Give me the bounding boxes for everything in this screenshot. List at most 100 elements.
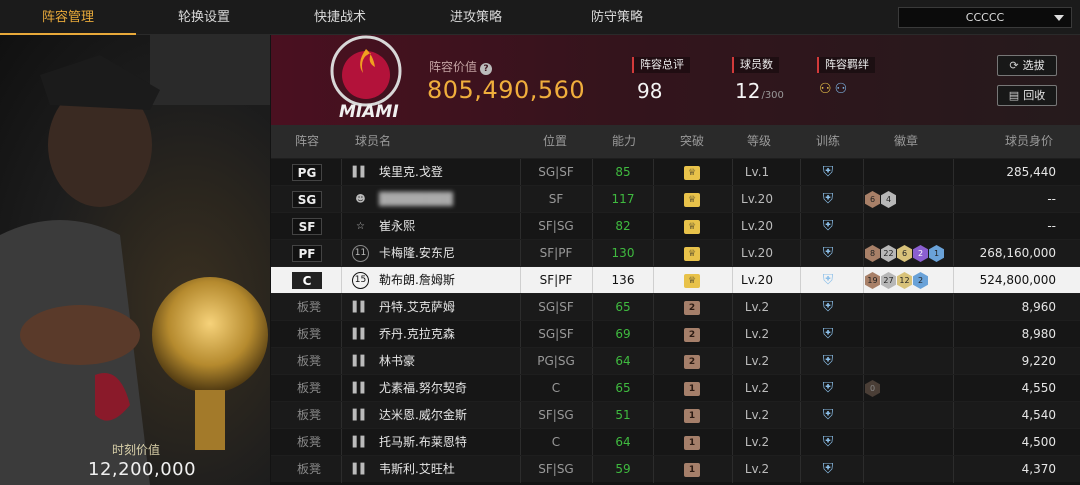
rank-bars-icon: ▌▌ <box>352 437 369 448</box>
player-salary: 8,980 <box>1021 327 1056 341</box>
badge-list[interactable]: 64 <box>865 191 896 208</box>
roster-summary: MIAMI 阵容价值? 805,490,560 阵容总评 98 球员数 12/3… <box>271 35 1080 125</box>
person-icon: ☻ <box>355 194 366 205</box>
rank-bars-icon: ▌▌ <box>352 167 369 178</box>
player-name[interactable]: ████████ <box>379 186 453 213</box>
crown-icon[interactable]: ♕ <box>684 166 700 180</box>
player-name[interactable]: 韦斯利.艾旺杜 <box>379 456 455 483</box>
player-level: Lv.2 <box>744 462 770 476</box>
table-row[interactable]: 板凳 ▌▌ 尤素福.努尔契奇 C 65 1 Lv.2 ⛨ 0 4,550 <box>271 374 1080 402</box>
player-name[interactable]: 埃里克.戈登 <box>379 159 443 186</box>
table-row[interactable]: 板凳 ▌▌ 达米恩.威尔金斯 SF|SG 51 1 Lv.2 ⛨ 4,540 <box>271 401 1080 429</box>
team-select-dropdown[interactable]: CCCCC <box>898 7 1072 28</box>
training-shield-icon[interactable]: ⛨ <box>818 245 838 262</box>
player-count-label: 球员数 <box>732 57 779 73</box>
tab-roster-management[interactable]: 阵容管理 <box>0 0 136 35</box>
breakthrough-level[interactable]: 2 <box>684 328 700 342</box>
table-row[interactable]: C 15 勒布朗.詹姆斯 SF|PF 136 ♕ Lv.20 ⛨ 19 27 12 2 524,800,… <box>271 266 1080 294</box>
player-name[interactable]: 丹特.艾克萨姆 <box>379 294 455 321</box>
player-name[interactable]: 崔永熙 <box>379 213 415 240</box>
tab-rotation-settings[interactable]: 轮换设置 <box>136 0 272 35</box>
slot-bench: 板凳 <box>297 462 322 476</box>
breakthrough-level[interactable]: 2 <box>684 301 700 315</box>
breakthrough-level[interactable]: 1 <box>684 463 700 477</box>
training-shield-icon[interactable]: ⛨ <box>818 164 838 181</box>
training-shield-icon[interactable]: ⛨ <box>818 353 838 370</box>
training-shield-icon[interactable]: ⛨ <box>818 380 838 397</box>
badge-list[interactable]: 0 <box>865 380 880 397</box>
player-name[interactable]: 乔丹.克拉克森 <box>379 321 455 348</box>
player-level: Lv.2 <box>744 354 770 368</box>
player-salary: 524,800,000 <box>979 273 1056 287</box>
bond-gold-icon: ⚇ <box>819 81 835 97</box>
training-shield-icon[interactable]: ⛨ <box>818 299 838 316</box>
player-ability: 69 <box>615 327 631 341</box>
table-row[interactable]: PF 11 卡梅隆.安东尼 SF|PF 130 ♕ Lv.20 ⛨ 8 22 6 2 1 268,160,… <box>271 239 1080 267</box>
breakthrough-level[interactable]: 1 <box>684 409 700 423</box>
select-button[interactable]: ⟳ 选拔 <box>997 55 1057 76</box>
player-name[interactable]: 勒布朗.詹姆斯 <box>379 267 455 294</box>
recycle-button[interactable]: ▤ 回收 <box>997 85 1057 106</box>
badge-list[interactable]: 19 27 12 2 <box>865 272 928 289</box>
training-shield-icon[interactable]: ⛨ <box>818 218 838 235</box>
crown-icon[interactable]: ♕ <box>684 193 700 207</box>
player-level: Lv.20 <box>741 192 773 206</box>
rank-bars-icon: ▌▌ <box>352 383 369 394</box>
training-shield-icon[interactable]: ⛨ <box>818 461 838 478</box>
player-salary: 4,540 <box>1021 408 1056 422</box>
crown-icon[interactable]: ♕ <box>684 247 700 261</box>
tab-offense-strategy[interactable]: 进攻策略 <box>408 0 544 35</box>
breakthrough-level[interactable]: 1 <box>684 382 700 396</box>
header-breakthrough: 突破 <box>680 134 705 148</box>
training-shield-icon[interactable]: ⛨ <box>818 326 838 343</box>
slot-badge: PF <box>292 245 322 262</box>
player-name[interactable]: 达米恩.威尔金斯 <box>379 402 467 429</box>
table-row[interactable]: SG ☻ ████████ SF 117 ♕ Lv.20 ⛨ 6 4 -- <box>271 185 1080 213</box>
table-row[interactable]: SF ☆ 崔永熙 SF|SG 82 ♕ Lv.20 ⛨ -- <box>271 212 1080 240</box>
training-shield-icon[interactable]: ⛨ <box>818 434 838 451</box>
player-level: Lv.2 <box>744 300 770 314</box>
header-level: 等级 <box>747 134 772 148</box>
document-icon: ▤ <box>1008 89 1020 102</box>
badge-icon: 12 <box>897 272 912 289</box>
player-name[interactable]: 卡梅隆.安东尼 <box>379 240 455 267</box>
roster-bond-icons[interactable]: ⚇⚇ <box>819 81 850 97</box>
breakthrough-level[interactable]: 1 <box>684 436 700 450</box>
badge-list[interactable]: 8 22 6 2 1 <box>865 245 944 262</box>
player-position: C <box>551 435 561 449</box>
training-shield-icon[interactable]: ⛨ <box>818 191 838 208</box>
table-row[interactable]: 板凳 ▌▌ 丹特.艾克萨姆 SG|SF 65 2 Lv.2 ⛨ 8,960 <box>271 293 1080 321</box>
table-row[interactable]: 板凳 ▌▌ 韦斯利.艾旺杜 SF|SG 59 1 Lv.2 ⛨ 4,370 <box>271 455 1080 483</box>
crown-icon[interactable]: ♕ <box>684 220 700 234</box>
table-row[interactable]: PG ▌▌ 埃里克.戈登 SG|SF 85 ♕ Lv.1 ⛨ 285,440 <box>271 158 1080 186</box>
bond-blue-icon: ⚇ <box>834 81 851 97</box>
crown-icon[interactable]: ♕ <box>684 274 700 288</box>
training-shield-icon[interactable]: ⛨ <box>818 272 838 289</box>
badge-icon: 0 <box>865 380 880 397</box>
player-name[interactable]: 林书豪 <box>379 348 415 375</box>
table-header: 阵容 球员名 位置 能力 突破 等级 训练 徽章 球员身价 <box>271 125 1080 158</box>
table-row[interactable]: 板凳 ▌▌ 乔丹.克拉克森 SG|SF 69 2 Lv.2 ⛨ 8,980 <box>271 320 1080 348</box>
help-icon[interactable]: ? <box>480 63 493 75</box>
breakthrough-level[interactable]: 2 <box>684 355 700 369</box>
player-salary: 8,960 <box>1021 300 1056 314</box>
player-name[interactable]: 托马斯.布莱恩特 <box>379 429 467 456</box>
training-shield-icon[interactable]: ⛨ <box>818 407 838 424</box>
header-badges: 徽章 <box>894 134 919 148</box>
tab-quick-tactics[interactable]: 快捷战术 <box>272 0 408 35</box>
slot-bench: 板凳 <box>297 327 322 341</box>
player-position: SF|PF <box>539 273 573 287</box>
player-portrait-illustration <box>0 35 270 485</box>
tab-defense-strategy[interactable]: 防守策略 <box>549 0 685 35</box>
rank-bars-icon: ▌▌ <box>352 329 369 340</box>
table-row[interactable]: 板凳 ▌▌ 托马斯.布莱恩特 C 64 1 Lv.2 ⛨ 4,500 <box>271 428 1080 456</box>
player-position: SF <box>548 192 564 206</box>
badge-icon: 27 <box>881 272 896 289</box>
player-ability: 82 <box>615 219 631 233</box>
player-name[interactable]: 尤素福.努尔契奇 <box>379 375 467 402</box>
table-row[interactable]: 板凳 ▌▌ 林书豪 PG|SG 64 2 Lv.2 ⛨ 9,220 <box>271 347 1080 375</box>
player-level: Lv.20 <box>741 219 773 233</box>
player-salary: 4,500 <box>1021 435 1056 449</box>
player-level: Lv.2 <box>744 381 770 395</box>
refresh-icon: ⟳ <box>1009 59 1019 72</box>
